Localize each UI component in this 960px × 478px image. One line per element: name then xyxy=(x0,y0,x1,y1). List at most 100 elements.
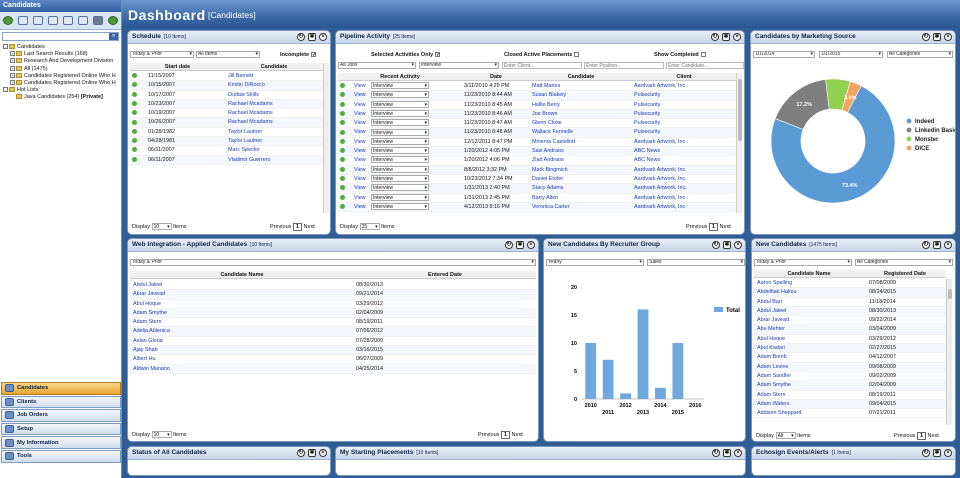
check-dot-icon[interactable] xyxy=(340,101,345,107)
candidate-link[interactable]: Matt Maries xyxy=(532,82,632,91)
client-link[interactable]: ABC News xyxy=(634,147,736,156)
view-link[interactable]: View xyxy=(354,91,370,100)
complete-icon[interactable] xyxy=(340,101,348,110)
complete-icon[interactable] xyxy=(340,194,348,203)
candidate-link[interactable]: Adam Levine xyxy=(757,363,865,372)
next-link[interactable]: Next xyxy=(928,433,939,439)
candidate-link[interactable]: Adam Sandler xyxy=(757,372,865,381)
close-icon[interactable]: × xyxy=(319,449,327,457)
complete-icon[interactable] xyxy=(132,118,140,127)
candidate-link[interactable]: Aelan Gloria xyxy=(133,337,353,346)
table-row[interactable]: Abrar Javead 09/21/2014 xyxy=(130,290,536,300)
candidate-link[interactable]: Glenn Close xyxy=(532,119,632,128)
tree-node-label[interactable]: Candidates xyxy=(17,44,45,50)
complete-icon[interactable] xyxy=(132,100,140,109)
candidate-link[interactable]: Adam Smythe xyxy=(133,309,353,318)
check-dot-icon[interactable] xyxy=(132,110,137,116)
table-row[interactable]: 10/19/2007 Rachael Mcadams xyxy=(130,109,323,119)
client-link[interactable]: Pulsecurity xyxy=(634,110,736,119)
close-icon[interactable]: × xyxy=(944,449,952,457)
candidate-link[interactable]: Adam Stern xyxy=(757,391,865,400)
date-from-input[interactable]: 1/1/2014 xyxy=(753,51,815,58)
tree-node-label[interactable]: Candidates Registered Online Who H xyxy=(24,80,116,86)
next-link[interactable]: Next xyxy=(512,432,523,438)
tree-node[interactable]: - Candidates xyxy=(3,44,118,51)
status-select[interactable]: Interview xyxy=(371,91,429,99)
table-row[interactable]: Adam Bomb 04/12/2007 xyxy=(754,353,946,363)
client-link[interactable]: Aardvark Artwork, Inc. xyxy=(634,194,736,203)
bar-2013[interactable] xyxy=(637,309,649,399)
table-row[interactable]: ViewInterview 11/23/2010 8:46 AM Joe Brown… xyxy=(338,109,736,120)
candidate-link[interactable]: Jill Barnett xyxy=(228,72,323,81)
table-row[interactable]: Abdul Jaleel 08/30/2013 xyxy=(754,306,946,317)
position-filter-input[interactable] xyxy=(584,62,664,69)
complete-icon[interactable] xyxy=(132,109,140,118)
tree-node[interactable]: Java Candidates (254) [Private] xyxy=(3,94,118,101)
client-link[interactable]: ABC News xyxy=(634,156,736,165)
jobs-filter-select[interactable]: All Jobs xyxy=(338,62,416,69)
client-link[interactable]: Aardvark Artwork, Inc. xyxy=(634,203,736,212)
bar-2011[interactable] xyxy=(602,359,614,399)
refresh-icon[interactable]: ↻ xyxy=(505,241,513,249)
expand-toggle-icon[interactable]: + xyxy=(10,51,15,57)
candidate-link[interactable]: Aldwin Manano xyxy=(133,365,353,374)
table-row[interactable]: Adam Smythe 02/04/2009 xyxy=(130,308,536,319)
complete-icon[interactable] xyxy=(340,110,348,119)
complete-icon[interactable] xyxy=(340,175,348,184)
status-select[interactable]: Interview xyxy=(371,202,429,210)
scrollbar[interactable] xyxy=(736,73,742,213)
date-filter-select[interactable]: Today & Prior xyxy=(130,51,194,58)
table-row[interactable]: Abdul Jaleel 08/30/2013 xyxy=(130,281,536,291)
table-row[interactable]: ViewInterview 12/12/2011 8:47 PM Minerva C… xyxy=(338,137,736,148)
candidate-filter-input[interactable] xyxy=(666,62,744,69)
table-row[interactable]: Abu Mehter 03/04/2009 xyxy=(754,325,946,335)
magnifier-icon[interactable] xyxy=(48,16,58,25)
check-dot-icon[interactable] xyxy=(132,100,137,106)
candidate-link[interactable]: Abdul Jaleel xyxy=(757,307,865,316)
tree-node[interactable]: + Candidates Registered Online Who H xyxy=(3,73,118,80)
complete-icon[interactable] xyxy=(340,156,348,165)
tree-node-label[interactable]: All (1475) xyxy=(24,66,48,72)
candidate-link[interactable]: Daniel Etofer xyxy=(532,175,632,184)
folder-icon[interactable] xyxy=(78,16,88,25)
bar-2015[interactable] xyxy=(672,343,684,399)
search-candidates-icon[interactable] xyxy=(18,16,28,25)
col-candidate-name[interactable]: Candidate Name xyxy=(754,270,864,278)
view-link[interactable]: View xyxy=(354,194,370,203)
close-icon[interactable]: × xyxy=(944,241,952,249)
col-start-date[interactable]: Start date xyxy=(130,63,225,71)
table-row[interactable]: Adam Stern 08/19/2011 xyxy=(130,318,536,328)
closed-placements-checkbox[interactable] xyxy=(574,52,580,58)
table-row[interactable]: ViewInterview 4/12/2013 8:16 PM Veronica C… xyxy=(338,202,736,213)
check-dot-icon[interactable] xyxy=(132,156,137,162)
expand-toggle-icon[interactable]: + xyxy=(10,80,15,86)
gear-icon[interactable]: ✱ xyxy=(723,449,731,457)
table-row[interactable]: ViewInterview 1/20/2012 4:05 PM Sasi Andra… xyxy=(338,147,736,157)
complete-icon[interactable] xyxy=(340,82,348,91)
status-select[interactable]: Interview xyxy=(371,128,429,136)
page-number[interactable]: 1 xyxy=(708,223,718,231)
check-dot-icon[interactable] xyxy=(340,148,345,154)
complete-icon[interactable] xyxy=(132,72,140,81)
candidate-link[interactable]: Aaron Spelling xyxy=(757,279,865,288)
candidate-link[interactable]: Abul Hoque xyxy=(133,300,353,309)
client-link[interactable]: Aardvark Artwork, Inc. xyxy=(634,166,736,175)
candidate-link[interactable]: Addison Sheppard xyxy=(757,409,865,418)
email-icon[interactable] xyxy=(63,16,73,25)
view-link[interactable]: View xyxy=(354,110,370,119)
bar-2012[interactable] xyxy=(620,393,631,399)
complete-icon[interactable] xyxy=(340,166,348,175)
check-dot-icon[interactable] xyxy=(132,82,137,88)
close-icon[interactable]: × xyxy=(734,449,742,457)
candidate-link[interactable]: Hallie Berry xyxy=(532,101,632,110)
table-row[interactable]: ViewInterview 10/23/2012 7:34 PM Daniel Et… xyxy=(338,175,736,185)
candidate-link[interactable]: Sasi Andraos xyxy=(532,147,632,156)
table-row[interactable]: Ajay Shah 03/16/2015 xyxy=(130,346,536,356)
candidate-link[interactable]: Rachael Mcadams xyxy=(228,109,323,118)
candidate-link[interactable]: Adam Smythe xyxy=(757,381,865,390)
close-icon[interactable]: × xyxy=(733,33,741,41)
table-row[interactable]: Abul Hoque 03/29/2012 xyxy=(754,335,946,345)
gear-icon[interactable]: ✱ xyxy=(722,33,730,41)
tree-node-label[interactable]: Research And Development Division xyxy=(24,58,113,64)
bar-2014[interactable] xyxy=(655,387,666,399)
